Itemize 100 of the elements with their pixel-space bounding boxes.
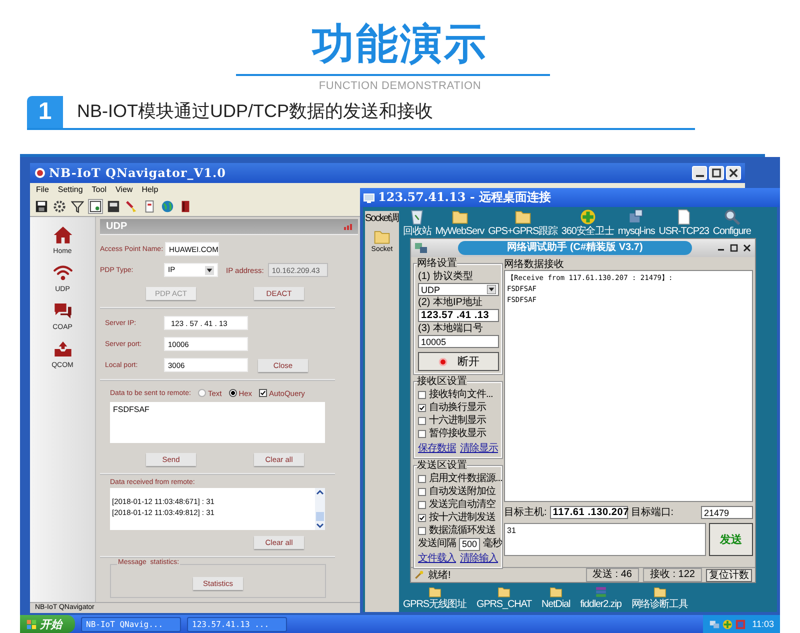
link[interactable]: 文件载入 [418,551,456,565]
window-title: NB-IoT QNavigator_V1.0 [49,166,226,180]
group-title: 网络设置 [417,258,457,270]
inbox-icon [52,339,72,359]
document-icon[interactable] [143,200,156,212]
radio-button[interactable] [198,389,206,397]
desktop-icon-label[interactable]: 360安全卫士 [561,226,614,237]
checkbox[interactable] [418,391,426,399]
book-icon[interactable] [179,200,192,212]
field-label: (3) 本地端口号 [418,323,484,334]
floppy-icon[interactable] [107,200,120,212]
filter-icon[interactable] [71,200,84,212]
checkbox-label[interactable]: 接收转向文件... [429,389,493,401]
settings-icon[interactable] [53,200,66,212]
desktop-icon-label[interactable]: MyWebServ [435,226,484,237]
page-title: 功能演示 [310,19,489,69]
checkbox-label[interactable]: 十六进制显示 [429,415,486,427]
interval-field[interactable]: 500 [459,538,480,550]
window-title: Socket调 [365,212,399,225]
maximize-button[interactable] [729,243,739,253]
field-label: (2) 本地IP地址 [418,297,484,308]
group-title: 发送区设置 [417,460,467,472]
checkbox-label[interactable]: 自动换行显示 [429,402,486,414]
send-button[interactable]: 发送 [709,523,753,556]
flag-icon [26,618,37,630]
checkbox-label[interactable]: 启用文件数据源... [429,473,502,485]
monitor-icon [363,192,375,204]
folder-icon [548,585,563,599]
archive-icon [594,585,608,599]
reset-count-button[interactable]: 复位计数 [706,568,752,582]
checkbox-label[interactable]: 暂停接收显示 [429,428,486,440]
checkbox-label[interactable]: 数据流循环发送 [429,525,496,537]
menu-item[interactable]: View [115,185,133,194]
window-title: 123.57.41.13 - 远程桌面连接 [378,189,552,206]
send-data-textarea[interactable]: FSDFSAF [110,402,325,443]
status-icon [414,570,424,580]
radio-button[interactable] [228,389,237,397]
send-data-textarea[interactable]: 31 [504,523,706,556]
dropdown-arrow-icon [205,266,214,274]
checkbox[interactable] [418,404,426,412]
dropdown-arrow-icon [487,285,496,294]
link[interactable]: 保存数据 [418,441,456,455]
dropdown[interactable]: UDP [418,283,499,296]
folder-icon [497,585,512,599]
link[interactable]: 清除输入 [460,551,498,565]
save-icon[interactable] [35,200,48,212]
checkbox-label[interactable]: 按十六进制发送 [429,512,496,524]
sent-counter: 发送 : 46 [586,568,639,582]
desktop-icon-label[interactable]: GPS+GPRS跟踪 [488,226,558,237]
globe-icon[interactable] [161,200,174,212]
field-label: 目标端口: [630,507,674,518]
checkbox[interactable] [418,488,426,496]
status-light-icon [438,356,448,366]
minimize-button[interactable] [692,166,707,180]
checkbox[interactable] [418,430,426,438]
checkbox[interactable] [418,514,426,522]
checkbox[interactable] [259,389,268,397]
desktop-icon-label[interactable]: 回收站 [403,226,432,237]
input-field[interactable]: 21479 [701,506,753,519]
desktop-icon-label[interactable]: fiddler2.zip [580,599,622,610]
link[interactable]: 清除显示 [460,441,498,455]
desktop-icon-label[interactable]: mysql-ins [618,226,655,237]
checkbox[interactable] [418,417,426,425]
folder-icon [652,585,666,599]
menu-item[interactable]: File [36,185,49,194]
shield-icon [578,208,597,226]
brush-icon[interactable] [125,200,138,212]
taskbar-button[interactable]: 123.57.41.13 ... [187,616,287,632]
desktop-icon-label[interactable]: USR-TCP23 [658,226,709,237]
app-logo-icon [414,242,428,254]
taskbar-button[interactable]: NB-IoT QNavig... [81,616,181,632]
minimize-icon [696,175,704,177]
field-label: 发送间隔 [418,538,456,550]
checkbox[interactable] [418,501,426,509]
desktop-icon-label[interactable]: 网络诊断工具 [631,599,688,610]
field-label: (1) 协议类型 [418,271,474,282]
chat-icon [52,301,72,321]
close-button[interactable] [742,243,752,253]
input-field[interactable]: 117.61 .130.207 [550,506,628,519]
group-title: 接收区设置 [417,376,467,388]
menu-item[interactable]: Tool [92,185,106,194]
window-title: 网络调试助手 (C#精装版 V3.7) [458,241,692,255]
disconnect-button[interactable]: 断开 [418,352,499,371]
desktop-icon-label[interactable]: GPRS_CHAT [476,599,532,610]
folder-icon [373,228,391,246]
checkbox[interactable] [418,527,426,535]
magnifier-icon [722,208,741,226]
input-field[interactable]: 123.57 .41 .13 [418,309,499,322]
desktop-icon-label[interactable]: Configure [712,226,751,237]
checkbox-label[interactable]: 自动发送附加位 [429,486,496,498]
window-icon[interactable] [89,200,102,212]
desktop-icon-label[interactable]: NetDial [542,599,570,610]
input-field[interactable]: 10005 [418,335,499,348]
menu-item[interactable]: Setting [58,185,83,194]
desktop-icon-label[interactable]: GPRS无线图址 [403,599,467,610]
menu-item[interactable]: Help [142,185,158,194]
folder-icon [428,585,442,599]
checkbox[interactable] [418,475,426,483]
checkbox-label[interactable]: 发送完自动清空 [429,499,496,511]
scrollbar[interactable] [315,488,325,530]
